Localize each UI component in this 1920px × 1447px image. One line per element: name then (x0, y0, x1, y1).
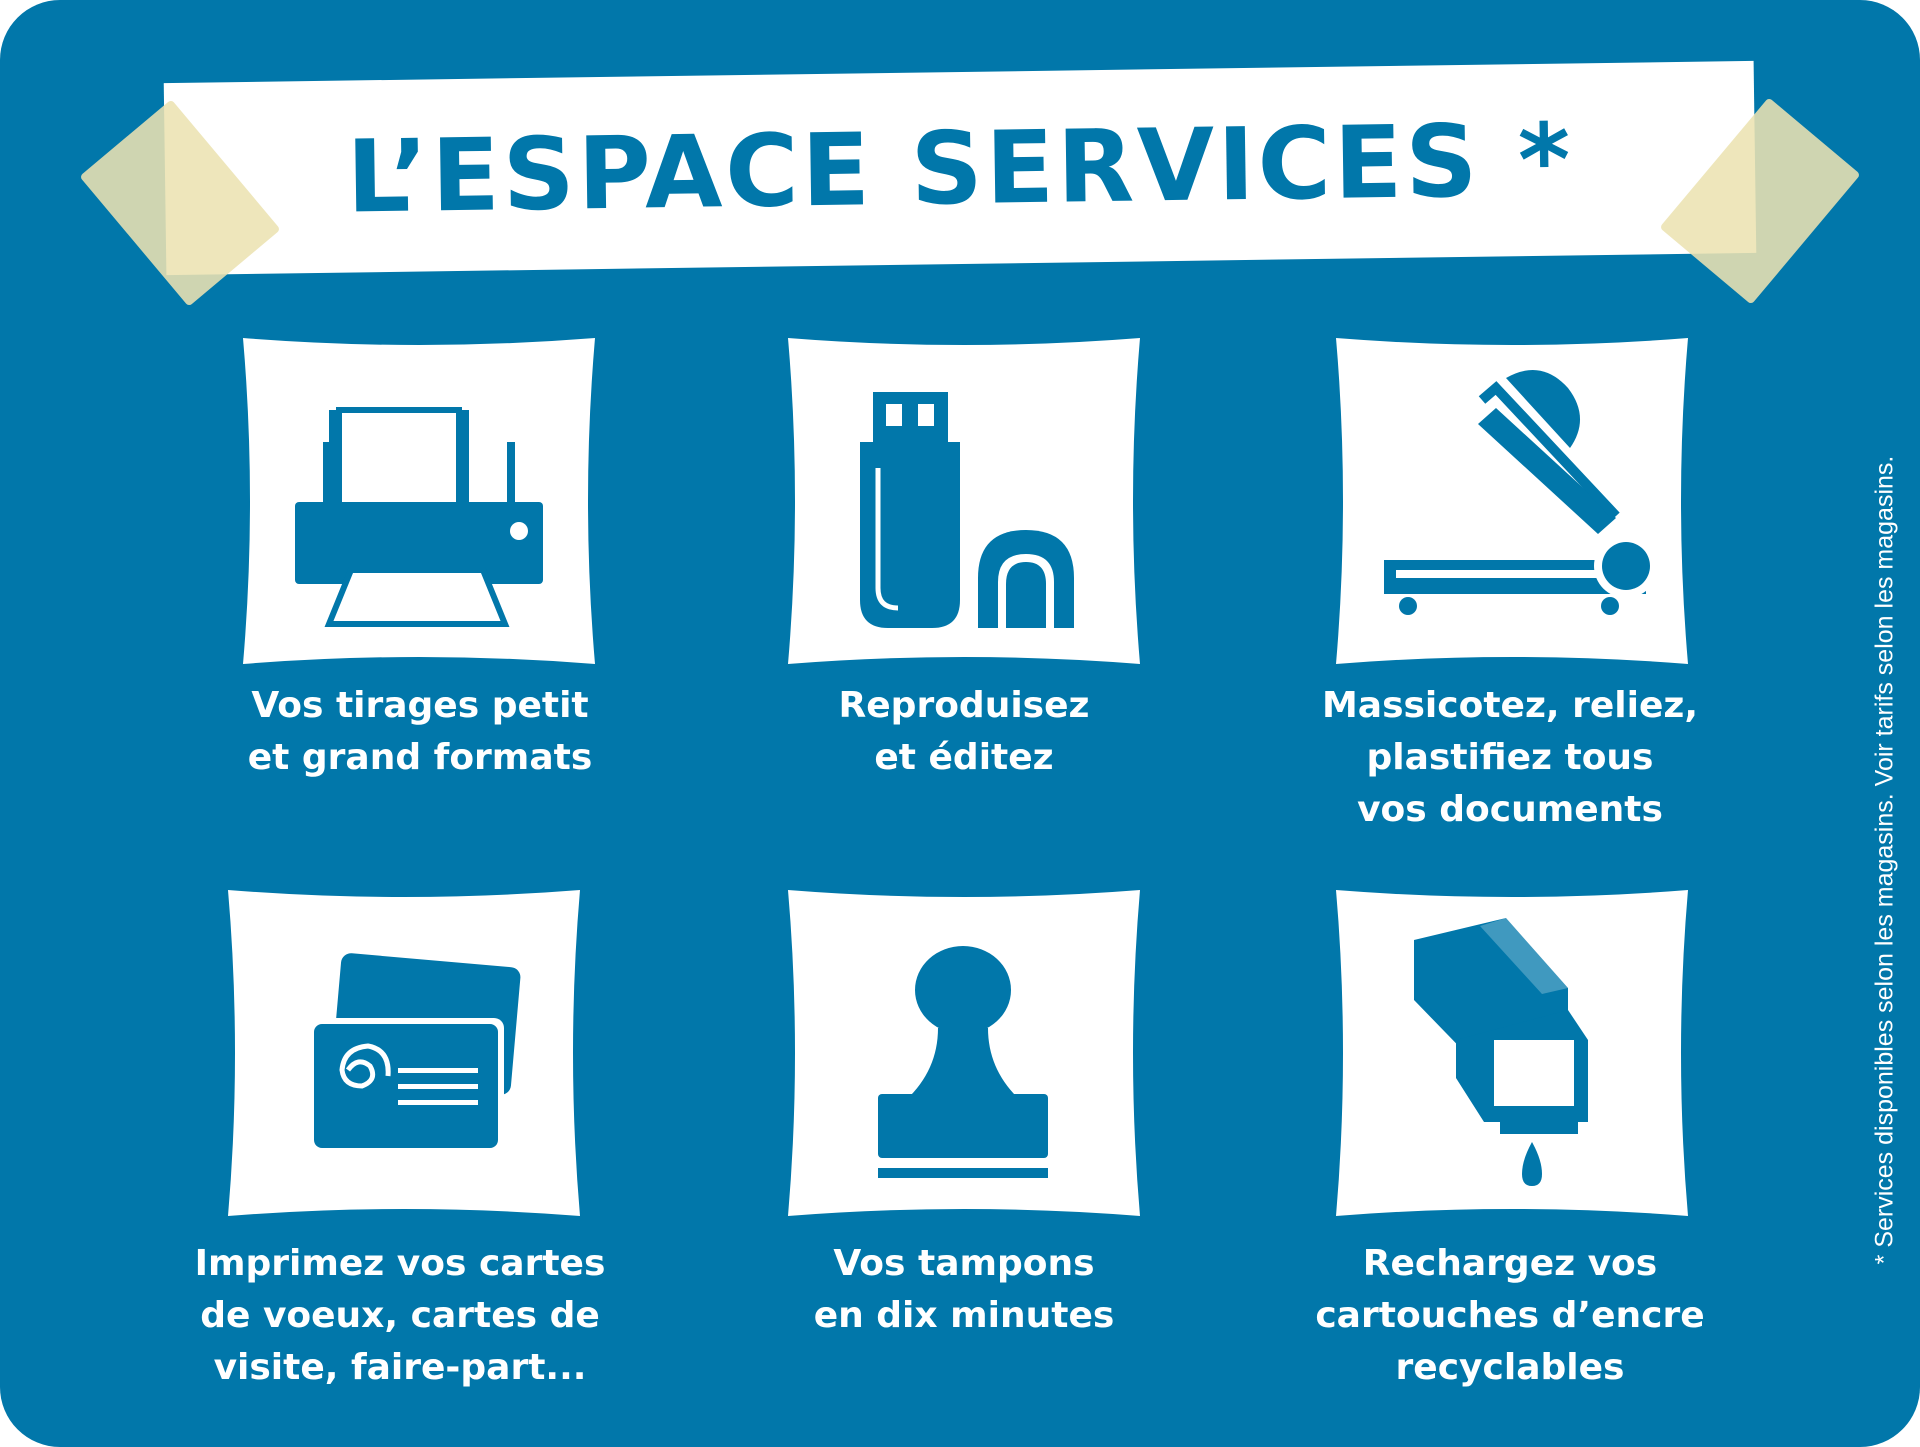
caption-finishing: Massicotez, reliez, plastifiez tous vos … (1270, 680, 1750, 836)
caption-line: Massicotez, reliez, (1321, 685, 1699, 726)
footnote: * Services disponibles selon les magasin… (1870, 455, 1899, 1265)
caption-line: et grand formats (247, 737, 593, 778)
caption-line: plastifiez tous (1366, 737, 1654, 778)
service-card-stamps (788, 890, 1140, 1216)
caption-line: Reproduisez (838, 685, 1090, 726)
service-card-reproduction (788, 338, 1140, 664)
caption-line: de voeux, cartes de (200, 1295, 600, 1336)
caption-stamps: Vos tampons en dix minutes (724, 1238, 1204, 1342)
service-card-finishing (1336, 338, 1688, 664)
caption-line: visite, faire-part... (213, 1347, 587, 1388)
caption-line: en dix minutes (813, 1295, 1115, 1336)
caption-line: recyclables (1395, 1347, 1625, 1388)
caption-line: Rechargez vos (1362, 1243, 1658, 1284)
footnote-container: * Services disponibles selon les magasin… (1850, 330, 1920, 1390)
service-card-ink (1336, 890, 1688, 1216)
page-title: L’ESPACE SERVICES * (345, 100, 1575, 236)
caption-line: Imprimez vos cartes (194, 1243, 606, 1284)
service-card-printing (243, 338, 595, 664)
caption-ink: Rechargez vos cartouches d’encre recycla… (1270, 1238, 1750, 1394)
caption-line: vos documents (1357, 789, 1663, 830)
caption-reproduction: Reproduisez et éditez (724, 680, 1204, 784)
caption-line: Vos tirages petit (251, 685, 589, 726)
business-cards-icon (308, 953, 521, 1154)
caption-line: Vos tampons (833, 1243, 1095, 1284)
service-card-cards (228, 890, 580, 1216)
caption-line: et éditez (874, 737, 1054, 778)
caption-cards: Imprimez vos cartes de voeux, cartes de … (150, 1238, 650, 1394)
caption-printing: Vos tirages petit et grand formats (180, 680, 660, 784)
caption-line: cartouches d’encre (1315, 1295, 1705, 1336)
